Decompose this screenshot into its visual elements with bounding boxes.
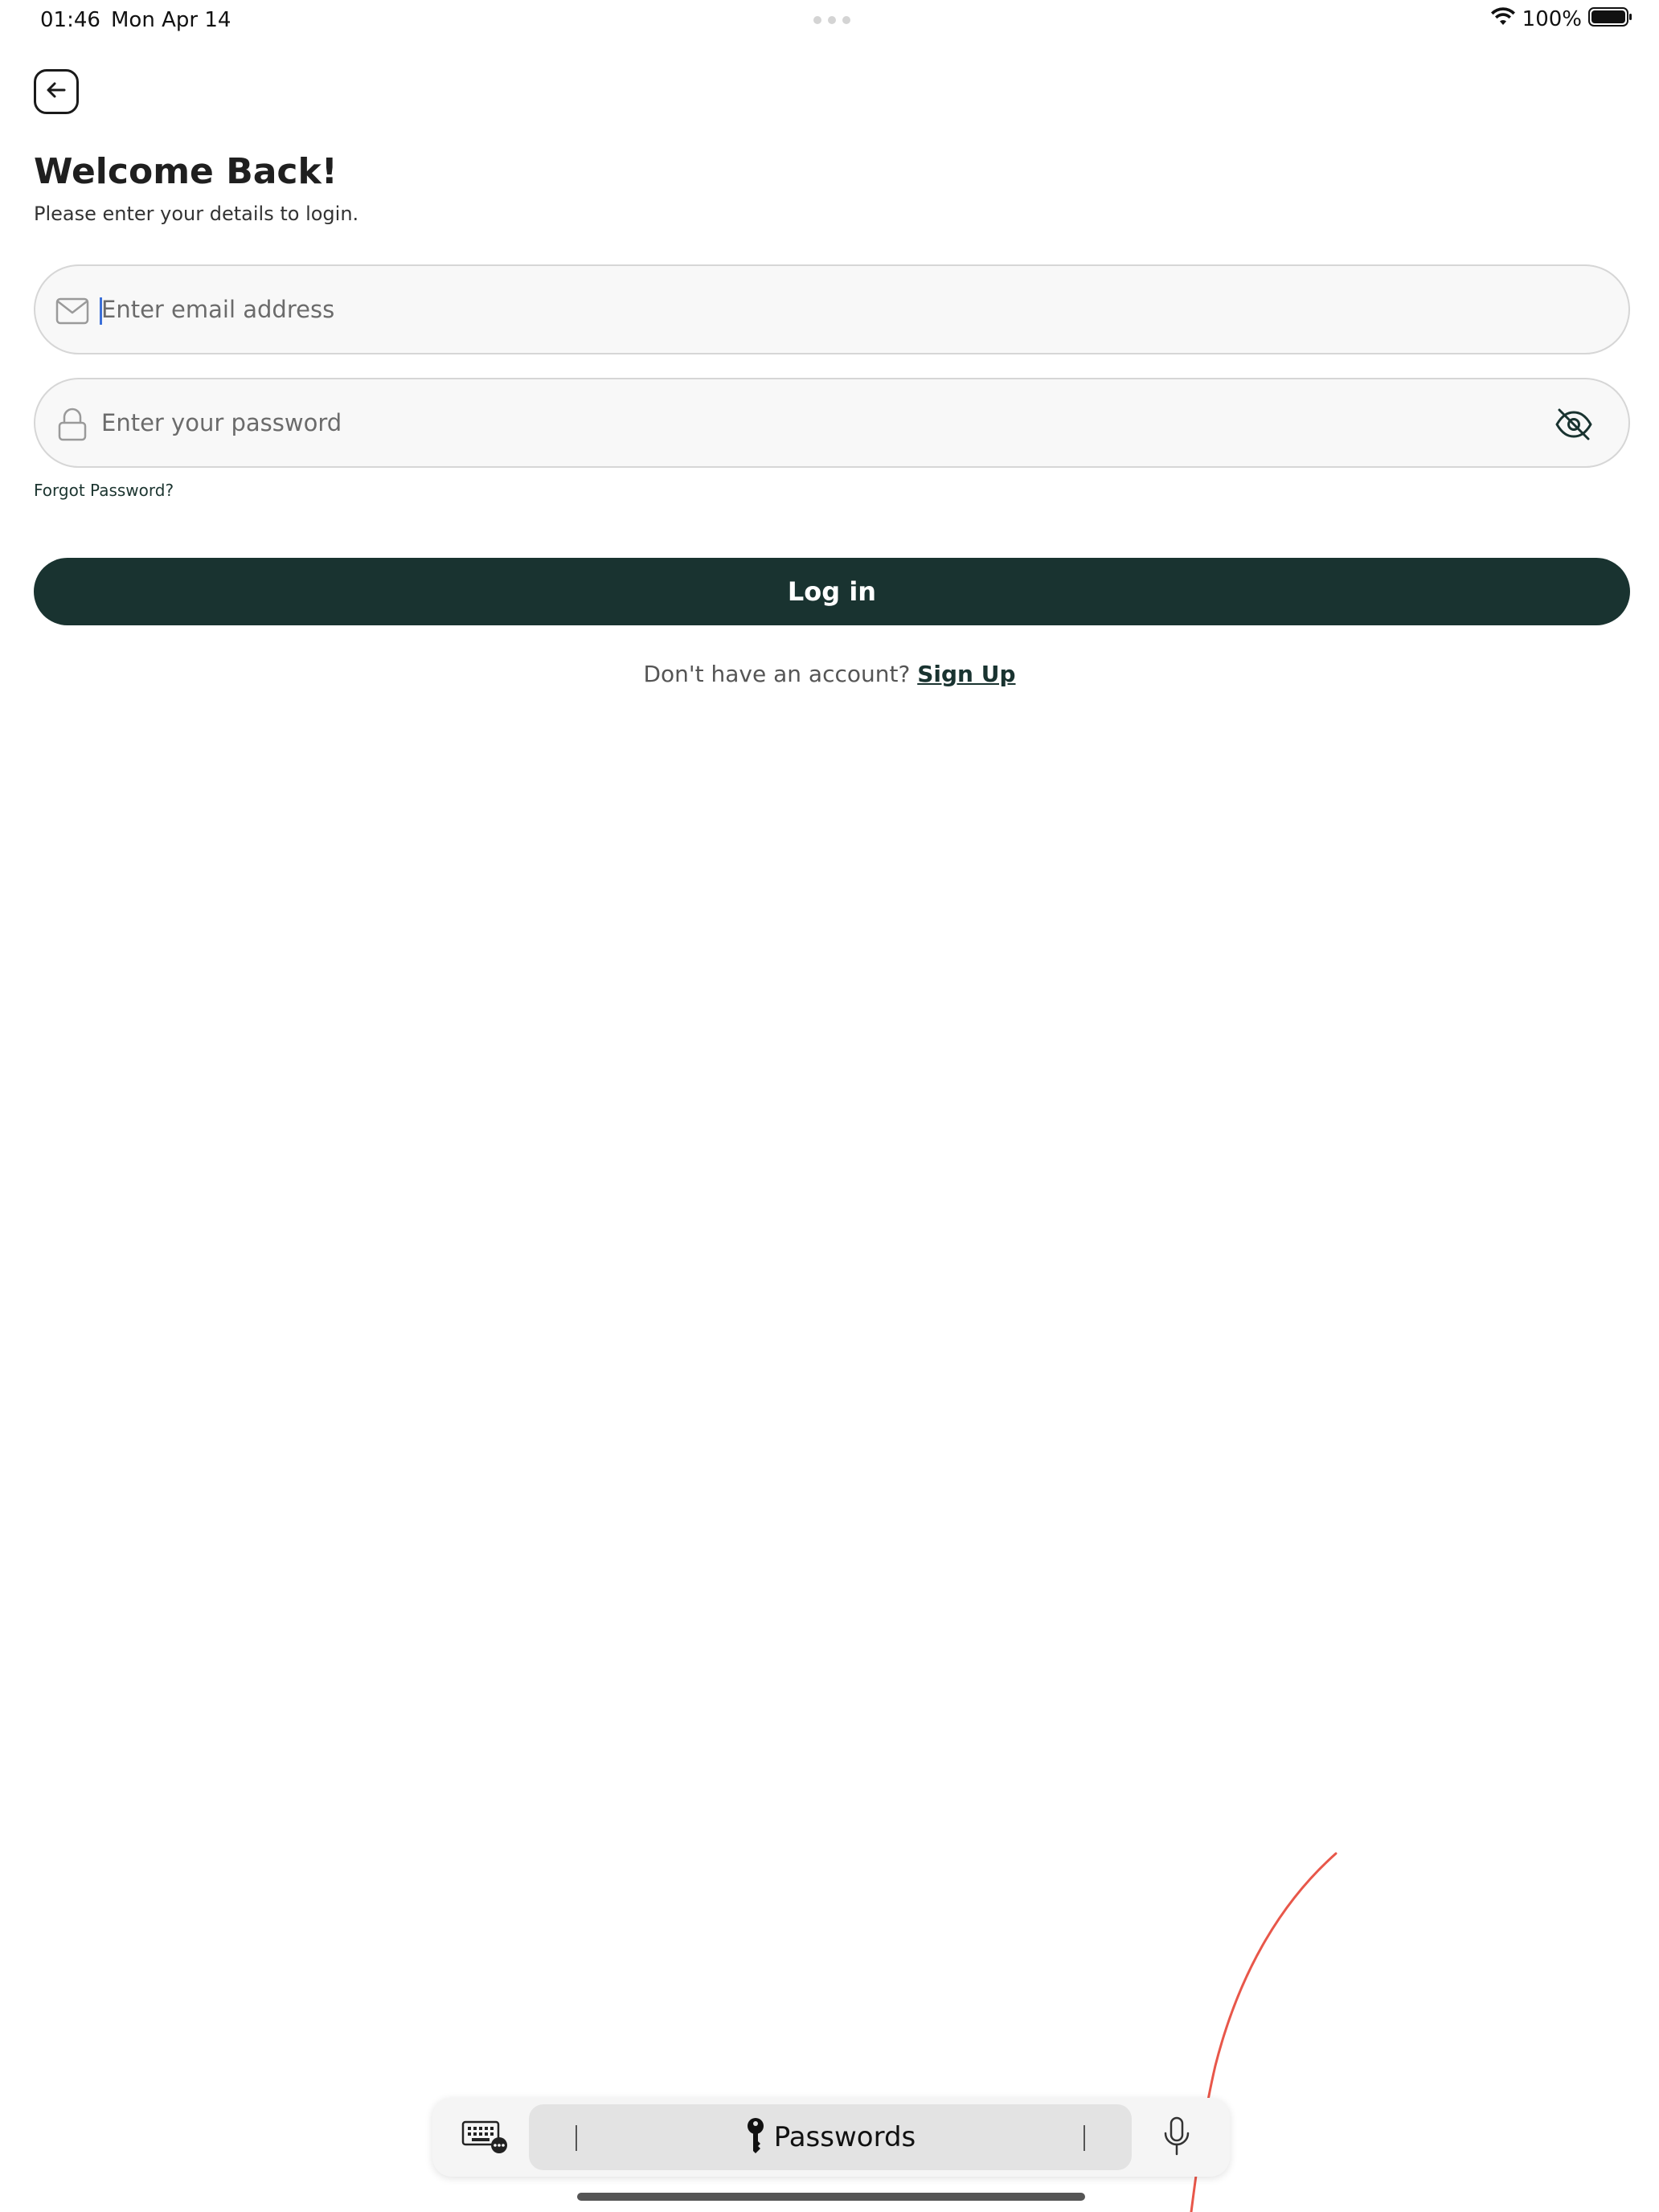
email-input[interactable] [101, 266, 1556, 353]
battery-percent: 100% [1522, 6, 1582, 31]
mail-icon [55, 293, 90, 329]
home-indicator[interactable] [577, 2193, 1085, 2201]
passwords-label: Passwords [773, 2121, 916, 2153]
status-time: 01:46 [40, 8, 100, 32]
status-date: Mon Apr 14 [111, 8, 231, 32]
battery-icon [1588, 6, 1633, 31]
wifi-icon [1490, 7, 1516, 31]
forgot-password-link[interactable]: Forgot Password? [34, 481, 174, 500]
microphone-icon[interactable] [1161, 2116, 1193, 2159]
status-indicators: 100% [1490, 6, 1633, 31]
password-input[interactable] [101, 379, 1556, 466]
passwords-suggestion[interactable]: Passwords [529, 2104, 1132, 2170]
password-field[interactable] [34, 378, 1630, 468]
keyboard-icon[interactable] [461, 2120, 508, 2154]
back-button[interactable] [34, 69, 79, 114]
signup-row: Don't have an account? Sign Up [0, 661, 1659, 687]
lock-icon [55, 407, 90, 442]
email-field[interactable] [34, 264, 1630, 354]
key-icon [745, 2117, 766, 2158]
right-divider [1083, 2125, 1085, 2151]
signup-prompt: Don't have an account? [643, 661, 911, 687]
login-button[interactable]: Log in [34, 558, 1630, 625]
page-title: Welcome Back! [34, 151, 338, 192]
text-cursor [100, 297, 102, 325]
multitasking-dots[interactable] [813, 16, 850, 24]
eye-off-icon[interactable] [1553, 403, 1595, 445]
signup-link[interactable]: Sign Up [917, 661, 1015, 687]
arrow-left-icon [44, 78, 68, 106]
page-subtitle: Please enter your details to login. [34, 203, 359, 225]
keyboard-toolbar: Passwords [432, 2098, 1230, 2177]
